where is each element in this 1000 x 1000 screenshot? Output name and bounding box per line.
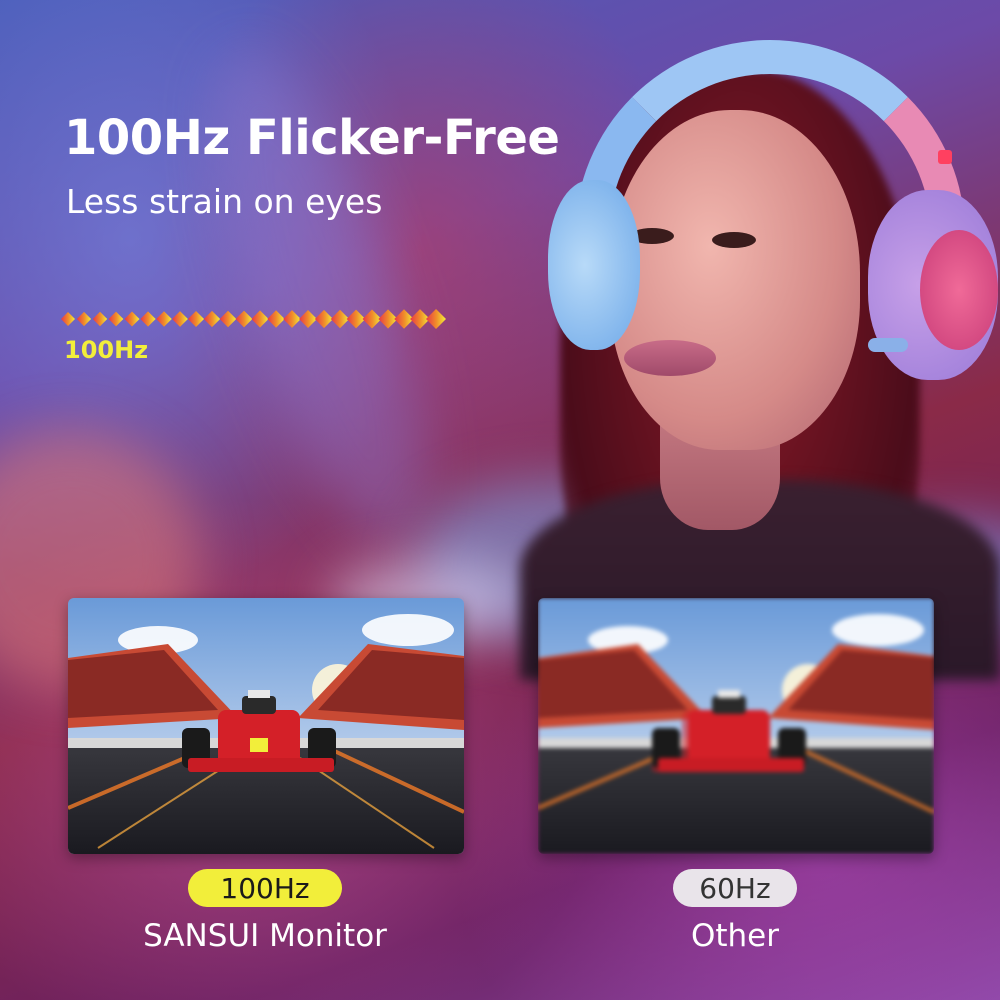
wave-diamond <box>219 310 237 328</box>
gamer-lips <box>624 340 716 376</box>
headphones-mic <box>868 338 908 352</box>
caption-other: Other <box>690 918 780 954</box>
headphones-cup-light <box>920 230 998 350</box>
wave-diamond <box>140 311 156 327</box>
wave-diamond <box>426 309 446 329</box>
wave-frequency-label: 100Hz <box>64 336 149 364</box>
headphones-led <box>938 150 952 164</box>
subheadline: Less strain on eyes <box>66 182 383 221</box>
wave-diamond <box>187 310 205 328</box>
headline: 100Hz Flicker-Free <box>64 110 560 166</box>
wave-diamond <box>124 311 140 327</box>
badge-60hz: 60Hz <box>673 869 797 907</box>
race-scene-sharp-image <box>68 598 464 854</box>
wave-diamond <box>330 309 350 329</box>
wave-diamond <box>108 311 124 327</box>
wave-diamond <box>267 310 285 328</box>
wave-diamond <box>156 311 172 327</box>
promo-banner: 100Hz Flicker-Free Less strain on eyes 1… <box>0 0 1000 1000</box>
wave-diamond <box>235 310 253 328</box>
flicker-wave-graphic <box>61 309 446 329</box>
wave-diamond <box>92 311 108 327</box>
race-scene-sharp <box>68 598 464 854</box>
badge-100hz: 100Hz <box>188 869 342 907</box>
race-scene-blurred <box>538 598 934 854</box>
wave-diamond <box>76 311 92 327</box>
wave-diamond <box>61 312 75 326</box>
race-scene-blurred-image <box>538 598 934 854</box>
wave-diamond <box>251 310 269 328</box>
wave-diamond <box>203 310 221 328</box>
wave-diamond <box>299 310 317 328</box>
headphones-cup-left <box>548 180 640 350</box>
caption-sansui-monitor: SANSUI Monitor <box>143 918 387 954</box>
wave-diamond <box>283 310 301 328</box>
wave-diamond <box>314 309 334 329</box>
wave-diamond <box>172 311 188 327</box>
